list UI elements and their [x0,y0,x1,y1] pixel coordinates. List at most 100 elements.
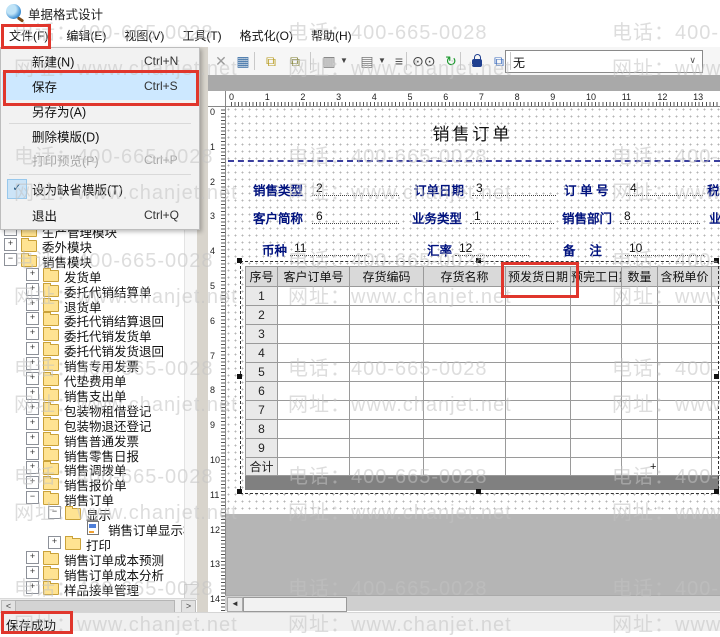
selection-handle[interactable] [476,489,481,494]
table-template-button[interactable]: ▦ [232,50,254,72]
expand-icon[interactable]: + [26,581,39,594]
tree-item[interactable]: +退货单 [0,297,196,312]
form-field-value[interactable]: 4 [630,181,637,195]
chevron-down-icon[interactable]: ∨ [689,55,696,66]
tree-item-label[interactable]: 样品接单管理 [64,580,139,598]
tree-item[interactable]: +销售订单成本分析 [0,565,196,580]
form-field-label[interactable]: 税 [707,180,720,199]
layers-button[interactable]: ⧉ [488,50,510,72]
expand-icon[interactable]: + [26,447,39,460]
selection-handle[interactable] [714,258,719,263]
selection-handle[interactable] [237,374,242,379]
form-title[interactable]: 销售订单 [225,120,720,145]
tree-item[interactable]: +销售零售日报 [0,446,196,461]
spacing-button[interactable]: ≡ [388,50,410,72]
tree-vertical-scrollbar[interactable] [184,228,198,598]
delete-button[interactable]: ✕ [210,50,232,72]
form-field-value[interactable]: 11 [294,241,306,255]
send-to-back-button[interactable]: ⧉ [284,50,306,72]
selection-handle[interactable] [237,258,242,263]
form-field-label[interactable]: 业务类型 [412,208,462,227]
form-field-value[interactable]: 6 [316,209,323,223]
design-horizontal-scrollbar[interactable]: ◄ [225,595,720,611]
expand-icon[interactable]: + [26,461,39,474]
expand-icon[interactable]: + [26,402,39,415]
tree-item[interactable]: −销售订单 [0,490,196,505]
design-scroll-left-icon[interactable]: ◄ [227,597,243,612]
design-scrollbar-thumb[interactable] [243,597,347,612]
tree-item[interactable]: +代垫费用单 [0,371,196,386]
lock-button[interactable] [466,50,488,72]
collapse-icon[interactable]: − [48,506,61,519]
dropdown-arrow-icon[interactable]: ▼ [378,56,386,65]
file-menu-item-1[interactable]: 保存Ctrl+S [2,72,196,100]
expand-icon[interactable]: + [26,476,39,489]
selection-handle[interactable] [476,258,481,263]
file-menu-item-7[interactable]: 设为缺省模版(T)✓ [2,176,196,202]
form-field-value[interactable]: 10 [629,241,642,255]
file-menu-item-5[interactable]: 打印预览(P)Ctrl+P [2,147,196,173]
tree-item[interactable]: +委托代销发货单 [0,326,196,341]
menubar-item-4[interactable]: 格式化(O) [231,23,302,47]
tree-horizontal-scrollbar[interactable]: < > [0,598,196,613]
selection-handle[interactable] [714,489,719,494]
file-menu-item-0[interactable]: 新建(N)Ctrl+N [2,50,196,72]
expand-icon[interactable]: + [26,387,39,400]
expand-icon[interactable]: + [26,298,39,311]
tree-item[interactable]: +委外模块 [0,237,196,252]
menubar-item-2[interactable]: 视图(V) [115,23,173,47]
form-field-label[interactable]: 币种 [262,240,287,259]
expand-icon[interactable]: + [26,372,39,385]
tree-item[interactable]: +打印 [0,535,196,550]
tree-item[interactable]: +包装物退还登记 [0,416,196,431]
expand-icon[interactable]: + [26,327,39,340]
form-field-label[interactable]: 订 单 号 [564,180,608,199]
tree-item[interactable]: −销售模块 [0,252,196,267]
selection-handle[interactable] [714,374,719,379]
tree-item[interactable]: +委托代销结算单 [0,282,196,297]
form-field-value[interactable]: 2 [316,181,323,195]
collapse-icon[interactable]: − [26,491,39,504]
collapse-icon[interactable]: − [4,253,17,266]
selection-handle[interactable] [237,489,242,494]
tree-item[interactable]: + 样品接单管理 [0,580,196,595]
form-field-label[interactable]: 业 [709,208,720,227]
tree-item[interactable]: +销售订单成本预测 [0,550,196,565]
expand-icon[interactable]: + [26,432,39,445]
size-button[interactable]: ▥ [318,50,340,72]
form-field-value[interactable]: 12 [459,241,472,255]
form-field-label[interactable]: 订单日期 [414,180,464,199]
align-button[interactable]: ▤ [356,50,378,72]
expand-icon[interactable]: + [4,238,17,251]
expand-icon[interactable]: + [26,283,39,296]
form-field-value[interactable]: 8 [624,209,631,223]
tree-item[interactable]: +销售专用发票 [0,356,196,371]
dropdown-arrow-icon[interactable]: ▼ [340,56,348,65]
form-field-label[interactable]: 销售部门 [562,208,612,227]
menubar-item-3[interactable]: 工具(T) [173,23,230,47]
expand-icon[interactable]: + [26,312,39,325]
preview-button[interactable]: ⊙⊙ [412,50,434,72]
expand-icon[interactable]: + [26,268,39,281]
expand-icon[interactable]: + [26,551,39,564]
menubar-item-0[interactable]: 文件(F) [0,23,57,47]
file-menu-item-2[interactable]: 另存为(A) [2,100,196,122]
tree-item[interactable]: −显示 [0,505,196,520]
menubar-item-1[interactable]: 编辑(E) [57,23,115,47]
bring-to-front-button[interactable]: ⧉ [260,50,282,72]
format-combobox[interactable]: 无 ∨ [505,50,703,73]
form-field-label[interactable]: 销售类型 [253,180,303,199]
tree-item[interactable]: +委托代销发货退回 [0,341,196,356]
expand-icon[interactable]: + [26,417,39,430]
expand-icon[interactable]: + [26,357,39,370]
file-menu-item-8[interactable]: 退出Ctrl+Q [2,202,196,228]
tree-item[interactable]: +销售支出单 [0,386,196,401]
expand-icon[interactable]: + [48,536,61,549]
expand-icon[interactable]: + [26,566,39,579]
tree-item[interactable]: +销售调拨单 [0,460,196,475]
form-field-label[interactable]: 汇率 [427,240,452,259]
refresh-button[interactable]: ↻ [440,50,462,72]
form-field-label[interactable]: 备 注 [563,240,602,259]
tree-item[interactable]: +委托代销结算退回 [0,311,196,326]
form-field-value[interactable]: 1 [474,209,481,223]
